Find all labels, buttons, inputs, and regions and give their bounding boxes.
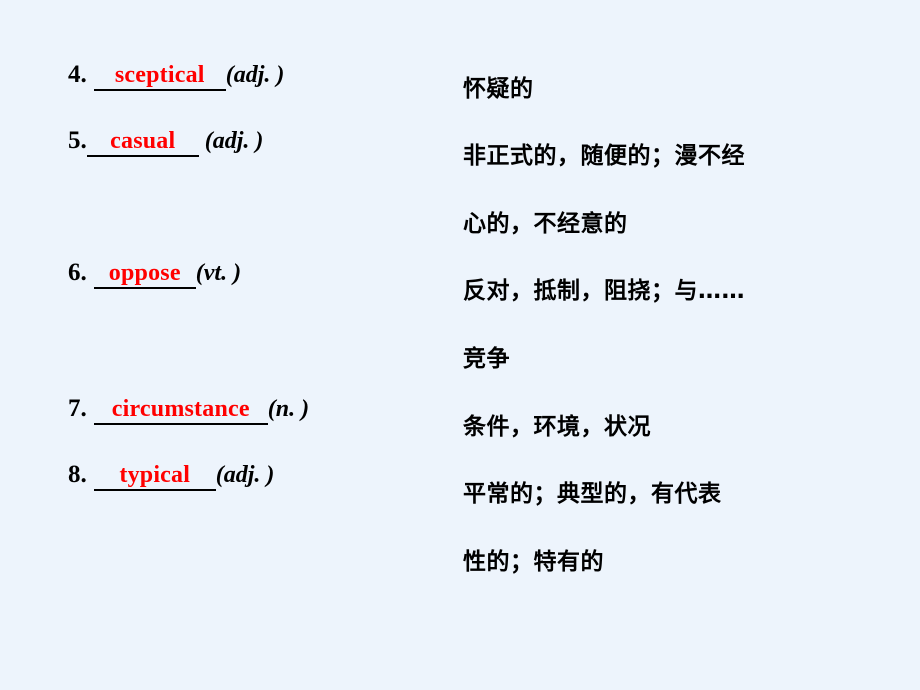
answer-text-8: typical — [119, 462, 191, 488]
meaning-line: 心的，不经意的 — [463, 211, 628, 237]
part-of-speech-4: (adj. ) — [225, 62, 285, 88]
part-of-speech-7: (n. ) — [267, 396, 310, 422]
meaning-line: 非正式的，随便的；漫不经 — [463, 143, 745, 169]
part-of-speech-8: (adj. ) — [215, 462, 275, 488]
answer-blank-6[interactable]: oppose — [93, 260, 196, 289]
vocabulary-entry-8: 8. typical (adj. ) — [68, 462, 274, 491]
entry-number-5: 5. — [68, 127, 87, 154]
part-of-speech-5: (adj. ) — [204, 128, 264, 154]
meaning-line: 反对，抵制，阻挠；与…… — [463, 278, 745, 304]
meaning-line: 怀疑的 — [463, 76, 534, 102]
answer-blank-4[interactable]: sceptical — [93, 62, 226, 91]
answer-text-6: oppose — [108, 260, 181, 286]
meaning-line: 竞争 — [463, 346, 510, 372]
meaning-line: 平常的；典型的，有代表 — [463, 481, 722, 507]
entry-number-4: 4. — [68, 61, 87, 88]
entry-number-7: 7. — [68, 395, 87, 422]
entry-number-8: 8. — [68, 461, 87, 488]
vocabulary-entry-7: 7. circumstance (n. ) — [68, 396, 309, 425]
vocabulary-entry-5: 5. casual (adj. ) — [68, 128, 263, 157]
meaning-line: 条件，环境，状况 — [463, 414, 651, 440]
answer-text-5: casual — [110, 128, 176, 154]
answer-text-7: circumstance — [111, 396, 250, 422]
vocabulary-entry-6: 6. oppose (vt. ) — [68, 260, 241, 289]
entry-number-6: 6. — [68, 259, 87, 286]
meaning-line: 性的；特有的 — [463, 549, 604, 575]
vocabulary-entry-4: 4. sceptical (adj. ) — [68, 62, 284, 91]
answer-text-4: sceptical — [114, 62, 205, 88]
answer-blank-7[interactable]: circumstance — [93, 396, 268, 425]
answer-blank-8[interactable]: typical — [93, 462, 216, 491]
part-of-speech-6: (vt. ) — [195, 260, 242, 286]
answer-blank-5[interactable]: casual — [86, 128, 199, 157]
slide-canvas: 4. sceptical (adj. ) 5. casual (adj. ) 6. opp… — [0, 0, 920, 690]
